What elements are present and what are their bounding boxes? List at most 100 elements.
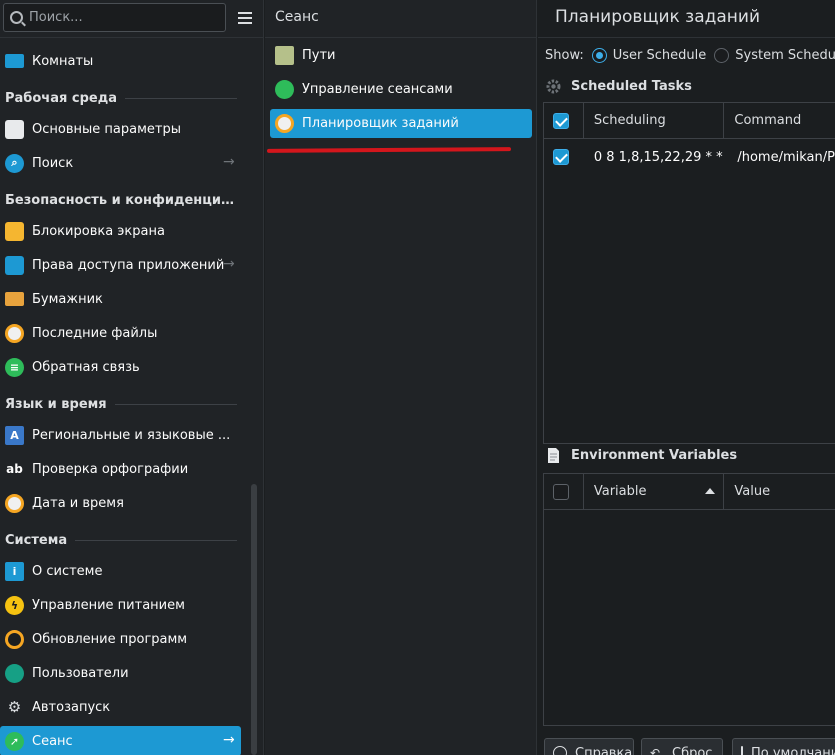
wallet-icon <box>5 292 24 306</box>
sidebar-item-datetime[interactable]: Дата и время <box>0 488 241 518</box>
row-checkbox-cell <box>544 149 584 165</box>
category-language: Язык и время <box>5 394 237 414</box>
sidebar-item-spellcheck[interactable]: ab Проверка орфографии <box>0 454 241 484</box>
user-schedule-radio[interactable] <box>591 48 607 63</box>
select-all-column <box>544 102 584 139</box>
clock-icon <box>275 114 294 133</box>
system-schedule-label[interactable]: System Schedule <box>735 48 835 63</box>
subitem-scheduler[interactable]: Планировщик заданий <box>270 109 532 138</box>
column-label: Command <box>734 113 802 128</box>
sidebar-item-regional[interactable]: A Региональные и языковые ... <box>0 420 241 450</box>
button-label: Сброс <box>672 745 713 755</box>
gear-icon <box>546 79 561 94</box>
tasks-table: Scheduling Command 0 8 1,8,15,22,29 * * … <box>543 102 835 444</box>
scheduled-tasks-header: Scheduled Tasks <box>545 78 692 95</box>
category-system: Система <box>5 530 237 550</box>
cell-command: /home/mikan/Pr <box>737 149 835 165</box>
sidebar-item-about[interactable]: i О системе <box>0 556 241 586</box>
column-label: Variable <box>593 484 647 499</box>
document-icon <box>548 448 559 463</box>
sidebar-item-session[interactable]: ➚ Сеанс → <box>0 726 241 755</box>
select-all-checkbox[interactable] <box>553 112 569 129</box>
sidebar-item-label: Права доступа приложений <box>32 257 225 273</box>
column-variable[interactable]: Variable <box>584 473 725 510</box>
help-button[interactable]: Справка <box>544 738 634 755</box>
sidebar-item-label: Управление питанием <box>32 597 185 613</box>
sidebar-item-label: Бумажник <box>32 291 103 307</box>
sidebar-item-feedback[interactable]: ≡ Обратная связь <box>0 352 241 382</box>
category-workspace: Рабочая среда <box>5 88 237 108</box>
sidebar-item-rooms[interactable]: Комнаты <box>0 46 241 76</box>
settings-icon <box>5 119 24 139</box>
sidebar-item-users[interactable]: Пользователи <box>0 658 241 688</box>
subitem-label: Пути <box>302 48 336 63</box>
hamburger-menu-button[interactable] <box>231 6 259 30</box>
search-placeholder: Поиск... <box>29 10 83 25</box>
sidebar: Поиск... Комнаты Рабочая среда Основные … <box>0 0 264 755</box>
sidebar-item-permissions[interactable]: Права доступа приложений → <box>0 250 241 280</box>
lock-icon <box>5 221 24 241</box>
clock-icon <box>5 493 24 513</box>
sidebar-item-label: Блокировка экрана <box>32 223 165 239</box>
sidebar-item-label: Сеанс <box>32 733 73 749</box>
category-label: Система <box>5 532 68 548</box>
sidebar-item-basic[interactable]: Основные параметры <box>0 114 241 144</box>
section-title: Environment Variables <box>571 448 738 463</box>
category-security: Безопасность и конфиденциальн... <box>5 190 237 210</box>
power-icon: ϟ <box>5 595 24 615</box>
sidebar-item-wallet[interactable]: Бумажник <box>0 284 241 314</box>
sidebar-item-label: Основные параметры <box>32 121 181 137</box>
button-label: Справка <box>575 745 633 755</box>
search-input[interactable]: Поиск... <box>3 3 226 32</box>
sidebar-item-label: О системе <box>32 563 103 579</box>
column-value[interactable]: Value <box>724 474 835 510</box>
sidebar-item-search[interactable]: ⌕ Поиск → <box>0 148 241 178</box>
divider <box>0 37 264 38</box>
spellcheck-icon: ab <box>6 462 23 476</box>
row-checkbox[interactable] <box>553 149 569 165</box>
column-command[interactable]: Command <box>724 103 835 139</box>
user-icon <box>5 663 24 683</box>
select-all-checkbox[interactable] <box>553 483 569 500</box>
sidebar-item-update[interactable]: Обновление программ <box>0 624 241 654</box>
rooms-icon <box>5 54 24 68</box>
rocket-icon: ➚ <box>5 731 24 751</box>
reset-button[interactable]: ↶ Сброс <box>641 738 723 755</box>
cell-scheduling: 0 8 1,8,15,22,29 * * <box>593 149 723 165</box>
user-schedule-label[interactable]: User Schedule <box>613 48 707 63</box>
scheduler-panel: Планировщик заданий Show: User Schedule … <box>538 0 835 755</box>
chevron-right-icon: → <box>223 256 235 272</box>
system-schedule-radio[interactable] <box>714 48 730 63</box>
subitem-sessions[interactable]: Управление сеансами <box>270 75 532 104</box>
env-table-header: Variable Value <box>544 473 835 510</box>
table-row[interactable]: 0 8 1,8,15,22,29 * * /home/mikan/Pr <box>544 139 835 175</box>
sidebar-item-label: Обновление программ <box>32 631 188 647</box>
info-icon: i <box>5 561 24 581</box>
column-scheduling[interactable]: Scheduling <box>584 102 725 139</box>
chevron-right-icon: → <box>223 732 235 748</box>
sidebar-item-recent-files[interactable]: Последние файлы <box>0 318 241 348</box>
sidebar-item-label: Автозапуск <box>32 699 111 715</box>
tasks-table-header: Scheduling Command <box>544 102 835 139</box>
category-label: Рабочая среда <box>5 90 117 106</box>
sort-ascending-icon <box>705 487 716 494</box>
select-all-column <box>544 473 584 510</box>
environment-variables-header: Environment Variables <box>545 447 737 464</box>
search-icon <box>10 11 23 24</box>
gear-icon: ⚙ <box>7 698 22 716</box>
defaults-button[interactable]: По умолчанию <box>732 738 835 755</box>
annotation-underline <box>266 147 512 153</box>
subitem-paths[interactable]: Пути <box>270 41 532 70</box>
sidebar-item-power[interactable]: ϟ Управление питанием <box>0 590 241 620</box>
sidebar-item-lock[interactable]: Блокировка экрана <box>0 216 241 246</box>
subcategory-pane: Сеанс Пути Управление сеансами Планировщ… <box>265 0 537 755</box>
section-title: Scheduled Tasks <box>571 79 692 94</box>
sidebar-item-autostart[interactable]: ⚙ Автозапуск <box>0 692 241 722</box>
button-label: По умолчанию <box>751 745 835 755</box>
session-icon <box>275 80 294 99</box>
chevron-right-icon: → <box>223 154 235 170</box>
schedule-selector: Show: User Schedule System Schedule <box>545 48 835 63</box>
language-icon: A <box>5 425 24 445</box>
sidebar-scrollbar[interactable] <box>251 484 257 755</box>
folder-icon <box>275 46 294 65</box>
